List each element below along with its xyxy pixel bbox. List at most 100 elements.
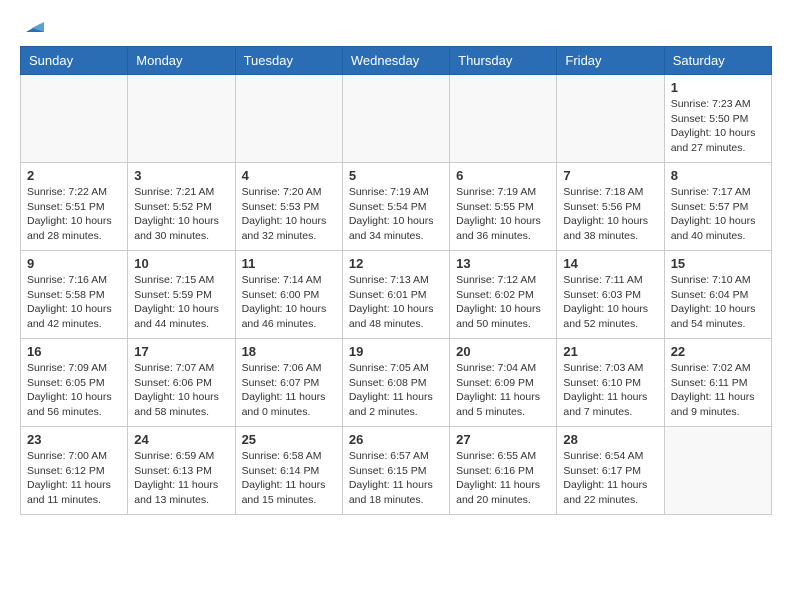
day-info: Sunrise: 7:05 AM Sunset: 6:08 PM Dayligh… (349, 361, 443, 420)
calendar-day-cell: 27 Sunrise: 6:55 AM Sunset: 6:16 PM Dayli… (450, 427, 557, 515)
calendar-day-cell: 28 Sunrise: 6:54 AM Sunset: 6:17 PM Dayli… (557, 427, 664, 515)
day-info: Sunrise: 6:59 AM Sunset: 6:13 PM Dayligh… (134, 449, 228, 508)
day-number: 14 (563, 256, 657, 271)
calendar-day-cell: 12 Sunrise: 7:13 AM Sunset: 6:01 PM Dayli… (342, 251, 449, 339)
calendar-day-cell: 11Sunrise: 7:14 AM Sunset: 6:00 PM Dayli… (235, 251, 342, 339)
calendar-day-cell: 21 Sunrise: 7:03 AM Sunset: 6:10 PM Dayli… (557, 339, 664, 427)
day-info: Sunrise: 7:18 AM Sunset: 5:56 PM Dayligh… (563, 185, 657, 244)
day-info: Sunrise: 7:14 AM Sunset: 6:00 PM Dayligh… (242, 273, 336, 332)
day-info: Sunrise: 7:19 AM Sunset: 5:54 PM Dayligh… (349, 185, 443, 244)
calendar-day-cell (664, 427, 771, 515)
day-number: 13 (456, 256, 550, 271)
calendar-week-3: 9Sunrise: 7:16 AM Sunset: 5:58 PM Daylig… (21, 251, 772, 339)
day-info: Sunrise: 7:07 AM Sunset: 6:06 PM Dayligh… (134, 361, 228, 420)
calendar-week-4: 16 Sunrise: 7:09 AM Sunset: 6:05 PM Dayli… (21, 339, 772, 427)
day-number: 24 (134, 432, 228, 447)
day-info: Sunrise: 7:09 AM Sunset: 6:05 PM Dayligh… (27, 361, 121, 420)
calendar-header-sunday: Sunday (21, 47, 128, 75)
calendar-day-cell: 13 Sunrise: 7:12 AM Sunset: 6:02 PM Dayli… (450, 251, 557, 339)
day-info: Sunrise: 7:19 AM Sunset: 5:55 PM Dayligh… (456, 185, 550, 244)
day-info: Sunrise: 7:22 AM Sunset: 5:51 PM Dayligh… (27, 185, 121, 244)
calendar-week-2: 2 Sunrise: 7:22 AM Sunset: 5:51 PM Daylig… (21, 163, 772, 251)
calendar-day-cell: 4Sunrise: 7:20 AM Sunset: 5:53 PM Daylig… (235, 163, 342, 251)
day-number: 1 (671, 80, 765, 95)
day-number: 27 (456, 432, 550, 447)
day-number: 15 (671, 256, 765, 271)
calendar-day-cell (21, 75, 128, 163)
calendar-day-cell: 20 Sunrise: 7:04 AM Sunset: 6:09 PM Dayli… (450, 339, 557, 427)
calendar-day-cell: 18Sunrise: 7:06 AM Sunset: 6:07 PM Dayli… (235, 339, 342, 427)
calendar-day-cell: 19 Sunrise: 7:05 AM Sunset: 6:08 PM Dayli… (342, 339, 449, 427)
day-info: Sunrise: 7:13 AM Sunset: 6:01 PM Dayligh… (349, 273, 443, 332)
calendar-day-cell: 2 Sunrise: 7:22 AM Sunset: 5:51 PM Daylig… (21, 163, 128, 251)
day-number: 21 (563, 344, 657, 359)
calendar-header-saturday: Saturday (664, 47, 771, 75)
logo (20, 16, 44, 36)
day-info: Sunrise: 7:17 AM Sunset: 5:57 PM Dayligh… (671, 185, 765, 244)
calendar-header-wednesday: Wednesday (342, 47, 449, 75)
calendar-day-cell: 5 Sunrise: 7:19 AM Sunset: 5:54 PM Daylig… (342, 163, 449, 251)
calendar-day-cell: 16 Sunrise: 7:09 AM Sunset: 6:05 PM Dayli… (21, 339, 128, 427)
calendar-day-cell: 9Sunrise: 7:16 AM Sunset: 5:58 PM Daylig… (21, 251, 128, 339)
day-number: 23 (27, 432, 121, 447)
day-number: 25 (242, 432, 336, 447)
day-number: 20 (456, 344, 550, 359)
calendar-week-5: 23 Sunrise: 7:00 AM Sunset: 6:12 PM Dayli… (21, 427, 772, 515)
day-number: 5 (349, 168, 443, 183)
calendar-day-cell (450, 75, 557, 163)
calendar-header-tuesday: Tuesday (235, 47, 342, 75)
day-number: 17 (134, 344, 228, 359)
day-number: 12 (349, 256, 443, 271)
calendar-day-cell: 17 Sunrise: 7:07 AM Sunset: 6:06 PM Dayli… (128, 339, 235, 427)
calendar-day-cell: 22 Sunrise: 7:02 AM Sunset: 6:11 PM Dayli… (664, 339, 771, 427)
day-number: 9 (27, 256, 121, 271)
day-info: Sunrise: 6:57 AM Sunset: 6:15 PM Dayligh… (349, 449, 443, 508)
calendar: SundayMondayTuesdayWednesdayThursdayFrid… (20, 46, 772, 515)
calendar-day-cell: 10 Sunrise: 7:15 AM Sunset: 5:59 PM Dayli… (128, 251, 235, 339)
day-info: Sunrise: 6:54 AM Sunset: 6:17 PM Dayligh… (563, 449, 657, 508)
day-info: Sunrise: 7:00 AM Sunset: 6:12 PM Dayligh… (27, 449, 121, 508)
calendar-day-cell: 24 Sunrise: 6:59 AM Sunset: 6:13 PM Dayli… (128, 427, 235, 515)
day-number: 16 (27, 344, 121, 359)
day-number: 8 (671, 168, 765, 183)
day-number: 10 (134, 256, 228, 271)
calendar-day-cell: 7 Sunrise: 7:18 AM Sunset: 5:56 PM Daylig… (557, 163, 664, 251)
calendar-header-friday: Friday (557, 47, 664, 75)
calendar-day-cell: 26 Sunrise: 6:57 AM Sunset: 6:15 PM Dayli… (342, 427, 449, 515)
day-number: 28 (563, 432, 657, 447)
day-number: 22 (671, 344, 765, 359)
header (20, 16, 772, 36)
day-info: Sunrise: 6:58 AM Sunset: 6:14 PM Dayligh… (242, 449, 336, 508)
day-info: Sunrise: 7:12 AM Sunset: 6:02 PM Dayligh… (456, 273, 550, 332)
day-info: Sunrise: 7:02 AM Sunset: 6:11 PM Dayligh… (671, 361, 765, 420)
day-number: 18 (242, 344, 336, 359)
calendar-week-1: 1 Sunrise: 7:23 AM Sunset: 5:50 PM Daylig… (21, 75, 772, 163)
page: SundayMondayTuesdayWednesdayThursdayFrid… (0, 0, 792, 525)
calendar-day-cell: 23 Sunrise: 7:00 AM Sunset: 6:12 PM Dayli… (21, 427, 128, 515)
day-number: 19 (349, 344, 443, 359)
day-info: Sunrise: 7:11 AM Sunset: 6:03 PM Dayligh… (563, 273, 657, 332)
calendar-day-cell: 3Sunrise: 7:21 AM Sunset: 5:52 PM Daylig… (128, 163, 235, 251)
day-info: Sunrise: 7:04 AM Sunset: 6:09 PM Dayligh… (456, 361, 550, 420)
calendar-day-cell (557, 75, 664, 163)
day-info: Sunrise: 7:15 AM Sunset: 5:59 PM Dayligh… (134, 273, 228, 332)
calendar-day-cell: 25 Sunrise: 6:58 AM Sunset: 6:14 PM Dayli… (235, 427, 342, 515)
calendar-day-cell (128, 75, 235, 163)
day-info: Sunrise: 6:55 AM Sunset: 6:16 PM Dayligh… (456, 449, 550, 508)
logo-icon (22, 14, 44, 36)
day-info: Sunrise: 7:21 AM Sunset: 5:52 PM Dayligh… (134, 185, 228, 244)
calendar-header-row: SundayMondayTuesdayWednesdayThursdayFrid… (21, 47, 772, 75)
calendar-day-cell: 15 Sunrise: 7:10 AM Sunset: 6:04 PM Dayli… (664, 251, 771, 339)
day-info: Sunrise: 7:10 AM Sunset: 6:04 PM Dayligh… (671, 273, 765, 332)
calendar-day-cell: 8 Sunrise: 7:17 AM Sunset: 5:57 PM Daylig… (664, 163, 771, 251)
calendar-header-monday: Monday (128, 47, 235, 75)
day-number: 7 (563, 168, 657, 183)
calendar-day-cell: 6 Sunrise: 7:19 AM Sunset: 5:55 PM Daylig… (450, 163, 557, 251)
day-number: 2 (27, 168, 121, 183)
calendar-day-cell: 1 Sunrise: 7:23 AM Sunset: 5:50 PM Daylig… (664, 75, 771, 163)
day-info: Sunrise: 7:03 AM Sunset: 6:10 PM Dayligh… (563, 361, 657, 420)
day-number: 26 (349, 432, 443, 447)
day-number: 6 (456, 168, 550, 183)
day-number: 4 (242, 168, 336, 183)
day-info: Sunrise: 7:23 AM Sunset: 5:50 PM Dayligh… (671, 97, 765, 156)
